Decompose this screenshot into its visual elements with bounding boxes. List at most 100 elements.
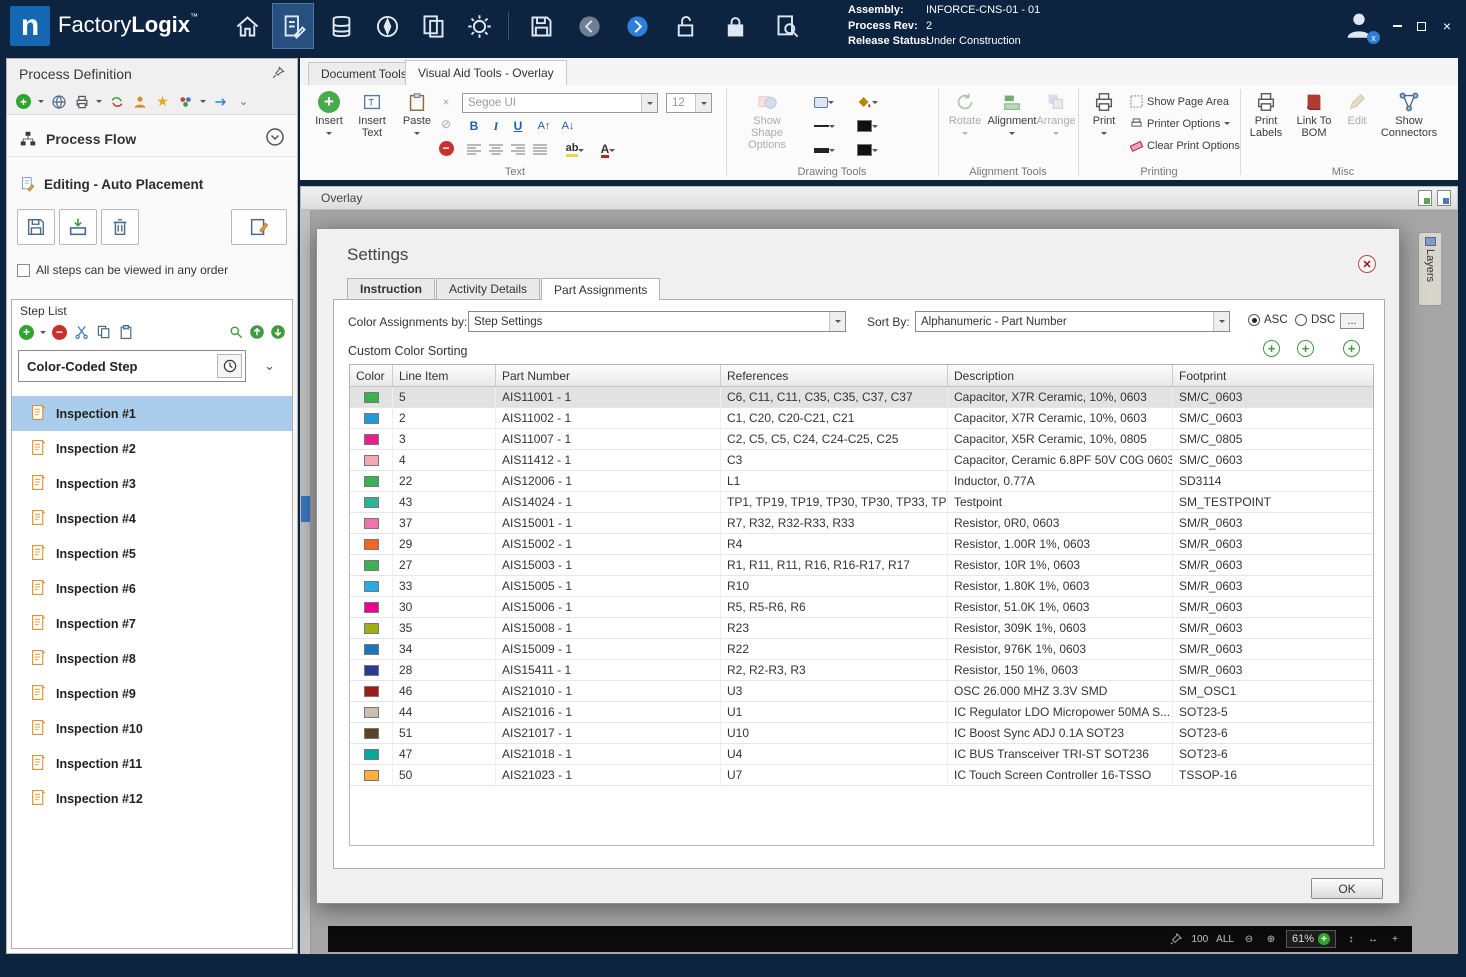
move-step-down-icon[interactable] <box>269 324 286 341</box>
cut-icon[interactable] <box>73 324 90 341</box>
color-coded-step-select[interactable]: Color-Coded Step <box>18 350 246 382</box>
clear-format-icon[interactable]: ⊘ <box>436 115 456 133</box>
zoom-100-icon[interactable]: 100 <box>1191 931 1208 947</box>
arrange-button[interactable]: Arrange <box>1036 91 1076 138</box>
color-cell[interactable] <box>350 723 393 743</box>
unlock-button[interactable] <box>664 3 706 49</box>
font-family-dropdown-icon[interactable] <box>641 94 657 112</box>
import-doc-button[interactable] <box>59 209 97 245</box>
delete-object-icon[interactable]: × <box>436 93 456 111</box>
save-button[interactable] <box>520 3 562 49</box>
step-list-item[interactable]: Inspection #4 <box>12 501 292 536</box>
color-swatch[interactable] <box>363 454 379 466</box>
zoom-out-icon[interactable]: ⊖ <box>1242 931 1256 947</box>
sort-asc-radio[interactable]: ASC <box>1248 314 1288 326</box>
star-icon[interactable] <box>154 93 171 110</box>
collapse-chevron-icon[interactable]: ⌄ <box>235 93 252 110</box>
scrollbar-thumb[interactable] <box>301 496 310 522</box>
step-type-chevron-icon[interactable]: ⌄ <box>264 358 275 374</box>
crosshair-icon[interactable]: + <box>1388 931 1402 947</box>
color-swatch[interactable] <box>363 727 379 739</box>
color-cell[interactable] <box>350 744 393 764</box>
tab-activity-details[interactable]: Activity Details <box>436 278 541 299</box>
step-list-item[interactable]: Inspection #3 <box>12 466 292 501</box>
fill-color-icon[interactable] <box>852 117 882 135</box>
highlight-color-icon[interactable]: ab <box>562 141 588 159</box>
step-list-item[interactable]: Inspection #1 <box>12 396 292 431</box>
color-cell[interactable] <box>350 765 393 785</box>
sync-icon[interactable] <box>108 93 125 110</box>
palette-caret-icon[interactable] <box>200 100 206 106</box>
pan-icon[interactable]: ↕ <box>1344 931 1358 947</box>
process-flow-row[interactable]: Process Flow <box>7 121 297 157</box>
color-cell[interactable] <box>350 450 393 470</box>
part-row[interactable]: 30 AIS15006 - 1 R5, R5-R6, R6 Resistor, … <box>350 597 1373 618</box>
palette-icon[interactable] <box>177 93 194 110</box>
color-cell[interactable] <box>350 555 393 575</box>
shrink-font-icon[interactable] <box>558 117 578 135</box>
add-color-group-button[interactable] <box>1297 340 1314 357</box>
show-connectors-button[interactable]: Show Connectors <box>1378 91 1440 139</box>
more-options-button[interactable]: ... <box>1340 313 1364 329</box>
font-family-select[interactable]: Segoe UI <box>462 93 658 113</box>
globe-icon[interactable] <box>50 93 67 110</box>
part-row[interactable]: 35 AIS15008 - 1 R23 Resistor, 309K 1%, 0… <box>350 618 1373 639</box>
sort-by-dropdown-icon[interactable] <box>1213 312 1229 331</box>
edit-button[interactable]: Edit <box>1342 91 1372 127</box>
ok-button[interactable]: OK <box>1311 878 1383 899</box>
logout-badge-icon[interactable]: x <box>1367 31 1380 44</box>
print-button[interactable]: Print <box>1086 91 1122 138</box>
paste-button[interactable]: Paste <box>400 91 434 138</box>
add-color-button[interactable] <box>1263 340 1280 357</box>
step-list-item[interactable]: Inspection #9 <box>12 676 292 711</box>
align-right-icon[interactable] <box>508 141 528 159</box>
color-swatch[interactable] <box>363 580 379 592</box>
step-list-item[interactable]: Inspection #8 <box>12 641 292 676</box>
find-step-icon[interactable] <box>227 324 244 341</box>
step-list-item[interactable]: Inspection #7 <box>12 606 292 641</box>
tab-visual-aid-tools[interactable]: Visual Aid Tools - Overlay <box>405 60 567 85</box>
add-step-icon[interactable] <box>18 324 35 341</box>
align-justify-icon[interactable] <box>530 141 550 159</box>
line-color-icon[interactable] <box>852 141 882 159</box>
part-row[interactable]: 33 AIS15005 - 1 R10 Resistor, 1.80K 1%, … <box>350 576 1373 597</box>
part-row[interactable]: 47 AIS21018 - 1 U4 IC BUS Transceiver TR… <box>350 744 1373 765</box>
grow-font-icon[interactable] <box>534 117 554 135</box>
font-size-dropdown-icon[interactable] <box>695 94 711 112</box>
part-row[interactable]: 2 AIS11002 - 1 C1, C20, C20-C21, C21 Cap… <box>350 408 1373 429</box>
alignment-button[interactable]: Alignment <box>988 91 1036 138</box>
add-step-caret-icon[interactable] <box>40 330 46 337</box>
tab-part-assignments[interactable]: Part Assignments <box>541 278 661 300</box>
color-assignments-dropdown-icon[interactable] <box>829 312 845 331</box>
insert-button[interactable]: Insert <box>312 91 346 138</box>
printer-options-button[interactable]: Printer Options <box>1130 117 1231 130</box>
color-cell[interactable] <box>350 618 393 638</box>
color-assignments-select[interactable]: Step Settings <box>468 311 846 332</box>
pan-horizontal-icon[interactable]: ↔ <box>1366 931 1380 947</box>
zoom-level-select[interactable]: 61% <box>1285 930 1336 948</box>
italic-icon[interactable] <box>486 117 506 135</box>
show-shape-options-button[interactable]: Show Shape Options <box>736 91 798 151</box>
overlay-doc-icon[interactable] <box>1418 190 1432 206</box>
jump-arrow-icon[interactable] <box>212 93 229 110</box>
part-row[interactable]: 22 AIS12006 - 1 L1 Inductor, 0.77A SD311… <box>350 471 1373 492</box>
color-swatch[interactable] <box>363 622 379 634</box>
step-list-item[interactable]: Inspection #12 <box>12 781 292 816</box>
zoom-all-icon[interactable]: ALL <box>1216 931 1234 947</box>
part-row[interactable]: 29 AIS15002 - 1 R4 Resistor, 1.00R 1%, 0… <box>350 534 1373 555</box>
color-cell[interactable] <box>350 639 393 659</box>
align-center-icon[interactable] <box>486 141 506 159</box>
canvas-vertical-scrollbar[interactable] <box>300 210 311 954</box>
dialog-close-button[interactable]: ✕ <box>1358 255 1376 273</box>
color-swatch[interactable] <box>363 412 379 424</box>
asc-radio-icon[interactable] <box>1248 314 1260 326</box>
close-button[interactable]: × <box>1436 16 1458 36</box>
back-button[interactable] <box>568 3 610 49</box>
color-swatch[interactable] <box>363 433 379 445</box>
data-button[interactable] <box>320 3 362 49</box>
pin-view-icon[interactable] <box>1169 931 1183 947</box>
paste-icon[interactable] <box>117 324 134 341</box>
dsc-radio-icon[interactable] <box>1295 314 1307 326</box>
color-cell[interactable] <box>350 387 393 407</box>
add-custom-color-button[interactable] <box>1343 340 1360 357</box>
